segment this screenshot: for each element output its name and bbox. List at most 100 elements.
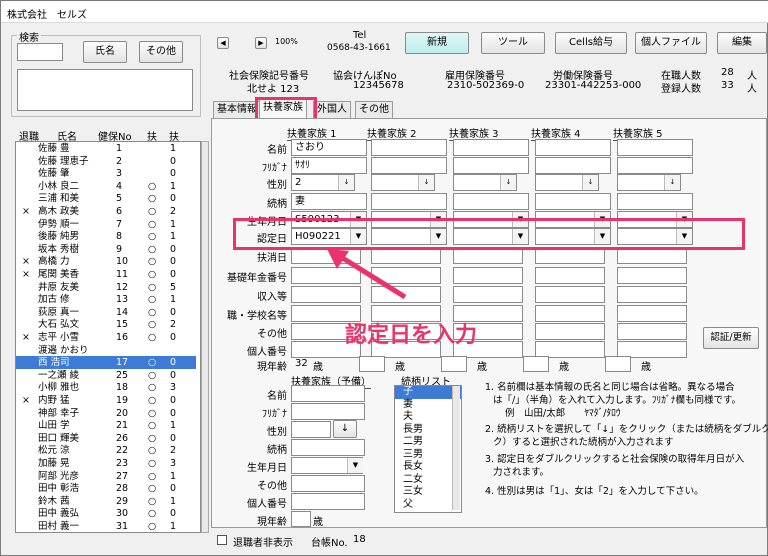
row-flag: ○ [148, 332, 157, 343]
search-input[interactable] [17, 43, 63, 61]
chevron-down-icon[interactable]: ↓ [664, 175, 680, 190]
prep-age-field[interactable] [291, 511, 311, 527]
dep-4-age[interactable] [523, 356, 549, 372]
table-row[interactable]: 山田 学 21 ○ 1 [16, 419, 196, 432]
cells-salary-button[interactable]: Cells給与 [555, 32, 627, 54]
dep-1-field[interactable]: 妻 [291, 193, 367, 210]
dep-2-age[interactable] [359, 356, 385, 372]
table-row[interactable]: 田村 義一 31 ○ 1 [16, 520, 196, 532]
table-row[interactable]: 田中 義弘 30 ○ 0 [16, 507, 196, 520]
table-row[interactable]: 西 浩司 17 ○ 0 [16, 356, 196, 370]
prep-field[interactable] [291, 403, 365, 420]
dep-5-field[interactable] [617, 267, 687, 284]
table-row[interactable]: 佐藤 理恵子 2 0 [16, 155, 196, 168]
tab-basic[interactable]: 基本情報 [213, 101, 261, 118]
dep-1-field[interactable]: さおり [291, 139, 367, 156]
tel-number: 0568-43-1661 [327, 43, 391, 53]
dep-5-age[interactable] [605, 356, 631, 372]
dep-4-field[interactable] [535, 267, 605, 284]
next-button[interactable]: ▶ [255, 37, 267, 49]
table-row[interactable]: 神部 幸子 20 ○ 0 [16, 407, 196, 420]
dep-5-field[interactable] [617, 323, 687, 340]
note-line: ク）すると選択された続柄が入力されます [493, 437, 674, 448]
dep-2-field[interactable] [371, 157, 447, 174]
table-row[interactable]: 三浦 和美 5 ○ 0 [16, 192, 196, 205]
table-row[interactable]: × 内野 猛 19 ○ 0 [16, 394, 196, 407]
table-row[interactable]: 大石 弘文 15 ○ 2 [16, 318, 196, 331]
table-row[interactable]: × 高木 政美 6 ○ 2 [16, 205, 196, 218]
tab-other[interactable]: その他 [355, 101, 393, 118]
dep-3-field[interactable] [453, 286, 523, 303]
hide-retired-label: 退職者非表示 [233, 538, 293, 549]
personal-file-button[interactable]: 個人ファイル [635, 32, 707, 54]
dep-4-field[interactable] [535, 305, 605, 322]
dep-5-field[interactable] [617, 193, 693, 210]
table-row[interactable]: 加藤 晃 23 ○ 3 [16, 457, 196, 470]
hide-retired-checkbox[interactable] [217, 535, 227, 545]
dep-5-field[interactable] [617, 157, 693, 174]
table-row[interactable]: × 志平 小雪 16 ○ 0 [16, 331, 196, 344]
table-row[interactable]: 田中 彰浩 28 ○ 0 [16, 482, 196, 495]
table-row[interactable]: 小柳 雅也 18 ○ 3 [16, 381, 196, 394]
table-row[interactable]: 坂本 秀樹 9 ○ 0 [16, 243, 196, 256]
table-row[interactable]: 荻原 真一 14 ○ 0 [16, 306, 196, 319]
relation-scrollbar[interactable] [452, 386, 460, 510]
dep-2-field[interactable] [371, 139, 447, 156]
chevron-down-icon[interactable]: ↓ [418, 175, 434, 190]
table-row[interactable]: 一之瀬 綾 25 ○ 0 [16, 369, 196, 382]
table-row[interactable]: 佐藤 肇 3 0 [16, 167, 196, 180]
dep-3-field[interactable] [453, 157, 529, 174]
dep-3-field[interactable] [453, 139, 529, 156]
edit-button[interactable]: 編集 [717, 32, 767, 54]
new-button[interactable]: 新規 [405, 32, 469, 54]
dep-4-field[interactable] [535, 286, 605, 303]
table-row[interactable]: 小林 良二 4 ○ 1 [16, 180, 196, 193]
dep-4-field[interactable] [535, 139, 611, 156]
prep-field[interactable] [291, 493, 365, 510]
dep-5-field[interactable] [617, 286, 687, 303]
dep-1-field[interactable]: ｻｵﾘ [291, 157, 367, 174]
table-row[interactable]: 阿部 光彦 27 ○ 1 [16, 470, 196, 483]
table-row[interactable]: 鈴木 茜 29 ○ 1 [16, 495, 196, 508]
table-row[interactable]: × 高橋 力 10 ○ 0 [16, 255, 196, 268]
row-no: 17 [116, 357, 129, 369]
table-row[interactable]: 井原 友美 12 ○ 5 [16, 281, 196, 294]
dep-3-age[interactable] [441, 356, 467, 372]
chevron-down-icon[interactable]: ↓ [338, 175, 354, 190]
other-search-button[interactable]: その他 [139, 41, 183, 63]
chevron-down-icon[interactable]: ▼ [347, 458, 363, 473]
ledger-label: 台帳No. [311, 538, 348, 549]
search-result-box[interactable] [17, 69, 193, 111]
chevron-down-icon[interactable]: ↓ [582, 175, 598, 190]
row-dep: 3 [170, 382, 177, 394]
table-row[interactable]: 松元 涼 22 ○ 2 [16, 444, 196, 457]
dep-4-field[interactable] [535, 323, 605, 340]
tool-button[interactable]: ツール [481, 32, 545, 54]
down-arrow-icon[interactable]: ↓ [333, 420, 357, 438]
table-row[interactable]: × 尾関 美香 11 ○ 0 [16, 268, 196, 281]
dep-3-field[interactable] [453, 267, 523, 284]
dep-4-field[interactable] [535, 193, 611, 210]
dep-5-field[interactable] [617, 305, 687, 322]
table-row[interactable]: 佐藤 豊 1 1 [16, 142, 196, 155]
row-flag: ○ [148, 243, 157, 255]
table-row[interactable]: 田口 輝美 26 ○ 0 [16, 432, 196, 445]
table-row[interactable]: 後藤 純男 8 ○ 1 [16, 230, 196, 243]
table-row[interactable]: 伊勢 順一 7 ○ 1 [16, 218, 196, 231]
dep-2-field[interactable] [371, 193, 447, 210]
name-search-button[interactable]: 氏名 [83, 41, 127, 63]
auth-update-button[interactable]: 認証/更新 [703, 327, 759, 349]
dep-4-field[interactable] [535, 157, 611, 174]
dep-3-field[interactable] [453, 193, 529, 210]
table-row[interactable]: 加古 修 13 ○ 1 [16, 293, 196, 306]
prev-button[interactable]: ◀ [217, 37, 229, 49]
tab-foreigner[interactable]: 外国人 [313, 101, 351, 118]
prep-field[interactable] [291, 475, 365, 492]
dep-5-field[interactable] [617, 139, 693, 156]
chevron-down-icon[interactable]: ↓ [500, 175, 516, 190]
prep-field[interactable] [291, 385, 365, 402]
prep-field[interactable] [291, 439, 365, 456]
employee-list[interactable]: 佐藤 豊 1 1 佐藤 理恵子 2 0 佐藤 肇 3 0 小林 良二 4 ○ 1 三浦 和美 5 ○ 0 × 高木 … [15, 141, 201, 533]
table-row[interactable]: 渡邉 かおり [16, 344, 196, 357]
prep-field[interactable] [291, 421, 331, 438]
